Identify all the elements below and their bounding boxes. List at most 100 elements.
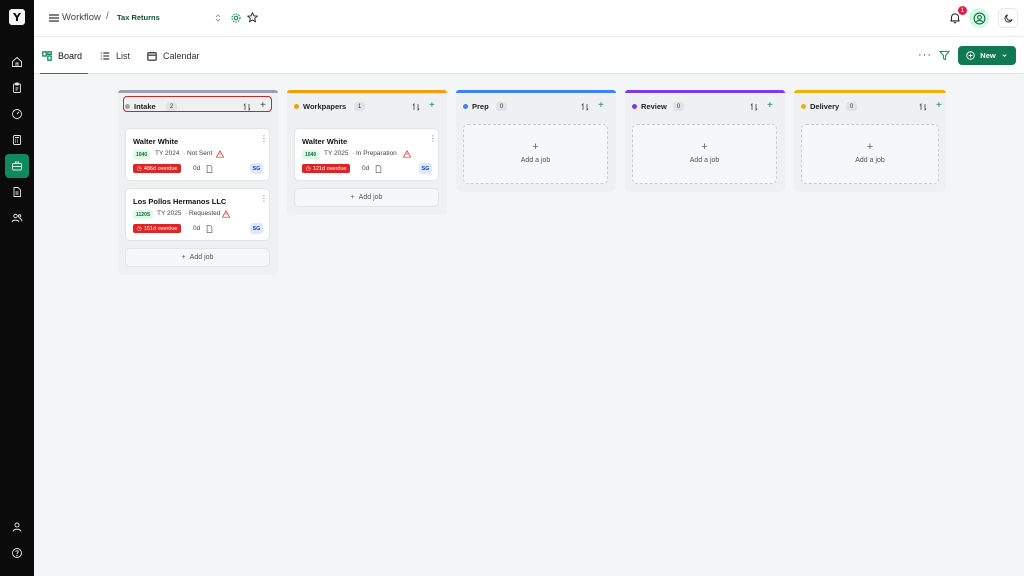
sort-icon[interactable] bbox=[750, 103, 758, 111]
status-dot bbox=[125, 104, 130, 109]
elapsed-days: 0d bbox=[193, 225, 201, 232]
filter-icon[interactable] bbox=[939, 50, 950, 61]
assignee-initials: SG bbox=[250, 223, 263, 234]
sort-icon[interactable] bbox=[412, 103, 420, 111]
top-header: Workflow / Tax Returns 1 bbox=[34, 0, 1024, 37]
sidebar: Y bbox=[0, 0, 34, 576]
chevron-updown-icon[interactable] bbox=[214, 13, 222, 23]
column-intake: Intake 2 + Walter White ⋮ 1040 TY 2024 ·… bbox=[118, 90, 278, 275]
plus-circle-icon bbox=[966, 51, 975, 60]
app-logo[interactable]: Y bbox=[9, 9, 25, 25]
column-title: Workpapers bbox=[303, 102, 347, 111]
status-dot bbox=[294, 104, 299, 109]
card-client-name: Los Pollos Hermanos LLC bbox=[133, 197, 227, 206]
add-job-dropzone[interactable]: + Add a job bbox=[801, 124, 939, 184]
users-icon[interactable] bbox=[5, 206, 29, 230]
menu-icon[interactable] bbox=[48, 12, 60, 24]
add-icon[interactable]: + bbox=[260, 100, 266, 111]
column-count: 2 bbox=[166, 102, 177, 111]
column-delivery: Delivery 0 + + Add a job bbox=[794, 90, 946, 192]
add-icon[interactable]: + bbox=[598, 100, 604, 111]
column-title: Delivery bbox=[810, 102, 840, 111]
add-icon[interactable]: + bbox=[429, 100, 435, 111]
moon-icon bbox=[1004, 13, 1013, 22]
form-badge: 1120S bbox=[133, 210, 154, 219]
overdue-badge: ◷ 121d overdue bbox=[302, 164, 351, 173]
column-title: Intake bbox=[134, 102, 156, 111]
tab-list-label: List bbox=[116, 50, 131, 61]
calendar-icon bbox=[147, 51, 157, 61]
elapsed-days: 0d bbox=[362, 165, 370, 172]
add-icon[interactable]: + bbox=[936, 100, 942, 111]
star-icon[interactable] bbox=[246, 11, 259, 24]
user-icon[interactable] bbox=[5, 515, 29, 539]
list-icon bbox=[100, 51, 110, 60]
notification-badge: 1 bbox=[958, 6, 967, 15]
new-button[interactable]: New bbox=[958, 46, 1016, 65]
tax-year: TY 2025 bbox=[324, 150, 349, 157]
add-job-label: Add a job bbox=[689, 157, 720, 164]
job-status: · Requested bbox=[185, 210, 221, 217]
add-job-dropzone[interactable]: + Add a job bbox=[632, 124, 777, 184]
column-header: Intake 2 + bbox=[118, 93, 278, 121]
document-icon[interactable] bbox=[5, 180, 29, 204]
clock-icon: ◷ bbox=[306, 165, 311, 172]
status-dot bbox=[801, 104, 806, 109]
plus-icon: + bbox=[701, 141, 708, 153]
sort-icon[interactable] bbox=[919, 103, 927, 111]
add-job-label: Add a job bbox=[520, 157, 551, 164]
status-dot bbox=[463, 104, 468, 109]
column-review: Review 0 + + Add a job bbox=[625, 90, 785, 192]
sort-icon[interactable] bbox=[581, 103, 589, 111]
gear-icon[interactable] bbox=[230, 12, 242, 24]
form-badge: 1040 bbox=[133, 150, 151, 159]
briefcase-icon[interactable] bbox=[5, 154, 29, 178]
warning-icon bbox=[216, 150, 224, 158]
tab-board[interactable]: Board bbox=[39, 37, 89, 75]
home-icon[interactable] bbox=[5, 50, 29, 74]
job-card[interactable]: Walter White ⋮ 1040 TY 2025 · In Prepara… bbox=[294, 128, 439, 181]
user-circle-icon bbox=[973, 12, 985, 24]
clipboard-icon[interactable] bbox=[5, 76, 29, 100]
tax-year: TY 2025 bbox=[157, 210, 182, 217]
warning-icon bbox=[403, 150, 411, 158]
job-card[interactable]: Walter White ⋮ 1040 TY 2024 · Not Sent ◷… bbox=[125, 128, 270, 181]
more-vertical-icon[interactable]: ⋮ bbox=[429, 134, 437, 143]
add-job-label: Add job bbox=[358, 194, 383, 201]
avatar[interactable] bbox=[969, 8, 989, 28]
theme-toggle-button[interactable] bbox=[998, 8, 1018, 28]
add-job-button[interactable]: + Add job bbox=[294, 188, 439, 207]
help-icon[interactable] bbox=[5, 541, 29, 565]
breadcrumb-separator: / bbox=[106, 11, 109, 22]
gauge-icon[interactable] bbox=[5, 102, 29, 126]
job-card[interactable]: Los Pollos Hermanos LLC ⋮ 1120S TY 2025 … bbox=[125, 188, 270, 241]
breadcrumb-workflow[interactable]: Workflow bbox=[62, 12, 101, 23]
more-vertical-icon[interactable]: ⋮ bbox=[260, 134, 268, 143]
board-icon bbox=[42, 50, 52, 61]
tab-calendar-label: Calendar bbox=[163, 50, 200, 61]
tab-calendar[interactable]: Calendar bbox=[147, 37, 200, 74]
card-client-name: Walter White bbox=[133, 137, 179, 146]
add-job-button[interactable]: + Add job bbox=[125, 248, 270, 267]
chevron-down-icon bbox=[1002, 54, 1007, 58]
tab-board-label: Board bbox=[58, 50, 83, 61]
add-job-dropzone[interactable]: + Add a job bbox=[463, 124, 608, 184]
document-icon bbox=[206, 225, 213, 233]
more-options-button[interactable]: ··· bbox=[918, 49, 932, 61]
sort-icon[interactable] bbox=[243, 103, 251, 111]
calculator-icon[interactable] bbox=[5, 128, 29, 152]
more-vertical-icon[interactable]: ⋮ bbox=[260, 194, 268, 203]
job-status: · Not Sent bbox=[183, 150, 213, 157]
card-client-name: Walter White bbox=[302, 137, 348, 146]
column-header: Review 0 + bbox=[625, 93, 785, 121]
plus-icon: + bbox=[866, 141, 874, 153]
breadcrumb-current[interactable]: Tax Returns bbox=[117, 13, 160, 22]
column-header: Workpapers 1 + bbox=[287, 93, 447, 121]
assignee-initials: SG bbox=[250, 163, 263, 174]
column-workpapers: Workpapers 1 + Walter White ⋮ 1040 TY 20… bbox=[287, 90, 447, 215]
tab-list[interactable]: List bbox=[100, 37, 130, 74]
column-header: Delivery 0 + bbox=[794, 93, 946, 121]
new-button-label: New bbox=[980, 51, 996, 60]
add-icon[interactable]: + bbox=[767, 100, 773, 111]
overdue-badge: ◷ 151d overdue bbox=[133, 224, 182, 233]
